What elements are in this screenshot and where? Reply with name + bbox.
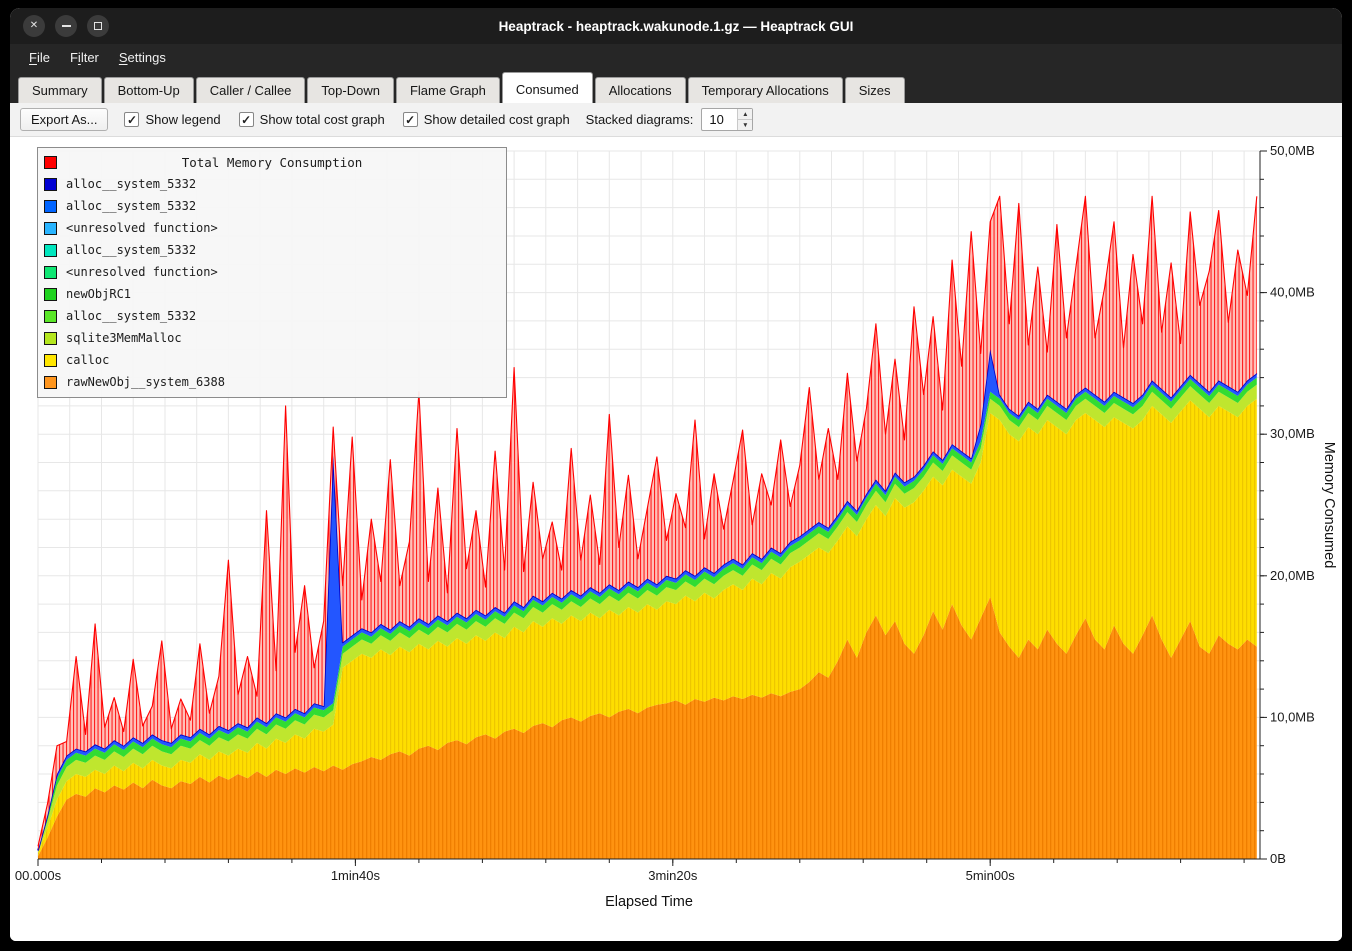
legend-title-row: Total Memory Consumption xyxy=(38,151,506,173)
checkmark-icon: ✓ xyxy=(124,112,139,127)
minimize-icon xyxy=(62,25,71,27)
close-icon: ✕ xyxy=(30,21,38,31)
chart-legend: Total Memory Consumption alloc__system_53… xyxy=(37,147,507,398)
legend-item-label: alloc__system_5332 xyxy=(66,309,196,323)
tab-consumed[interactable]: Consumed xyxy=(502,72,593,103)
svg-text:00.000s: 00.000s xyxy=(15,868,62,883)
tab-caller-callee[interactable]: Caller / Callee xyxy=(196,77,306,103)
svg-text:10,0MB: 10,0MB xyxy=(1270,709,1315,724)
menu-bar: FileFilterSettings xyxy=(10,44,1342,71)
legend-item: rawNewObj__system_6388 xyxy=(38,371,506,393)
maximize-button[interactable] xyxy=(87,15,109,37)
legend-swatch xyxy=(44,310,57,323)
menu-file[interactable]: File xyxy=(20,46,59,69)
spin-up-icon[interactable]: ▲ xyxy=(738,109,752,120)
stacked-diagrams-value: 10 xyxy=(702,109,737,130)
checkmark-icon: ✓ xyxy=(239,112,254,127)
x-axis-title: Elapsed Time xyxy=(38,894,1260,910)
legend-title: Total Memory Consumption xyxy=(38,155,506,170)
legend-swatch xyxy=(44,222,57,235)
menu-settings[interactable]: Settings xyxy=(110,46,175,69)
svg-text:30,0MB: 30,0MB xyxy=(1270,426,1315,441)
checkbox-label: Show legend xyxy=(145,112,220,127)
menu-filter[interactable]: Filter xyxy=(61,46,108,69)
checkbox-show-detailed-cost-graph[interactable]: ✓ Show detailed cost graph xyxy=(403,112,570,127)
checkbox-label: Show total cost graph xyxy=(260,112,385,127)
svg-text:3min20s: 3min20s xyxy=(648,868,698,883)
y-axis-title: Memory Consumed xyxy=(1321,442,1337,569)
svg-text:50,0MB: 50,0MB xyxy=(1270,143,1315,158)
tab-bottom-up[interactable]: Bottom-Up xyxy=(104,77,194,103)
legend-item: <unresolved function> xyxy=(38,217,506,239)
toolbar-checkboxes: ✓ Show legend ✓ Show total cost graph ✓ Show … xyxy=(124,112,569,127)
legend-swatch xyxy=(44,266,57,279)
legend-item-label: newObjRC1 xyxy=(66,287,131,301)
checkmark-icon: ✓ xyxy=(403,112,418,127)
legend-item-label: alloc__system_5332 xyxy=(66,177,196,191)
legend-item-label: alloc__system_5332 xyxy=(66,243,196,257)
svg-text:40,0MB: 40,0MB xyxy=(1270,285,1315,300)
tab-temporary-allocations[interactable]: Temporary Allocations xyxy=(688,77,843,103)
toolbar: Export As... ✓ Show legend ✓ Show total cos… xyxy=(10,103,1342,137)
legend-item: alloc__system_5332 xyxy=(38,195,506,217)
window-title: Heaptrack - heaptrack.wakunode.1.gz — He… xyxy=(10,19,1342,34)
svg-text:5min00s: 5min00s xyxy=(966,868,1016,883)
legend-swatch xyxy=(44,376,57,389)
tab-top-down[interactable]: Top-Down xyxy=(307,77,394,103)
tab-flame-graph[interactable]: Flame Graph xyxy=(396,77,500,103)
legend-item-label: <unresolved function> xyxy=(66,221,218,235)
minimize-button[interactable] xyxy=(55,15,77,37)
legend-swatch xyxy=(44,332,57,345)
close-button[interactable]: ✕ xyxy=(23,15,45,37)
legend-item: alloc__system_5332 xyxy=(38,173,506,195)
svg-text:1min40s: 1min40s xyxy=(331,868,381,883)
window-controls: ✕ xyxy=(23,8,109,44)
legend-item-label: calloc xyxy=(66,353,109,367)
checkbox-show-total-cost-graph[interactable]: ✓ Show total cost graph xyxy=(239,112,385,127)
tab-bar: SummaryBottom-UpCaller / CalleeTop-DownF… xyxy=(10,71,1342,103)
stacked-diagrams-spinner[interactable]: 10 ▲ ▼ xyxy=(701,108,753,131)
legend-item-label: sqlite3MemMalloc xyxy=(66,331,182,345)
legend-item-label: <unresolved function> xyxy=(66,265,218,279)
legend-item: <unresolved function> xyxy=(38,261,506,283)
spin-down-icon[interactable]: ▼ xyxy=(738,120,752,130)
title-bar: ✕ Heaptrack - heaptrack.wakunode.1.gz — … xyxy=(10,8,1342,44)
legend-item: newObjRC1 xyxy=(38,283,506,305)
legend-swatch xyxy=(44,244,57,257)
legend-item: alloc__system_5332 xyxy=(38,239,506,261)
legend-item: calloc xyxy=(38,349,506,371)
tab-summary[interactable]: Summary xyxy=(18,77,102,103)
stacked-diagrams-label: Stacked diagrams: xyxy=(586,112,694,127)
legend-swatch xyxy=(44,288,57,301)
checkbox-show-legend[interactable]: ✓ Show legend xyxy=(124,112,220,127)
spinner-buttons: ▲ ▼ xyxy=(737,109,752,130)
legend-swatch xyxy=(44,178,57,191)
svg-text:20,0MB: 20,0MB xyxy=(1270,568,1315,583)
checkbox-label: Show detailed cost graph xyxy=(424,112,570,127)
legend-swatch xyxy=(44,200,57,213)
app-window: ✕ Heaptrack - heaptrack.wakunode.1.gz — … xyxy=(10,8,1342,941)
legend-swatch xyxy=(44,354,57,367)
legend-item: sqlite3MemMalloc xyxy=(38,327,506,349)
export-as-button[interactable]: Export As... xyxy=(20,108,108,131)
legend-item-label: alloc__system_5332 xyxy=(66,199,196,213)
consumed-chart[interactable]: 00.000s 1min40s 3min20s 5min00s 0B 10,0MB 20,0… xyxy=(10,137,1342,941)
legend-item-label: rawNewObj__system_6388 xyxy=(66,375,225,389)
tab-sizes[interactable]: Sizes xyxy=(845,77,905,103)
maximize-icon xyxy=(94,22,102,30)
svg-text:0B: 0B xyxy=(1270,851,1286,866)
legend-item: alloc__system_5332 xyxy=(38,305,506,327)
tab-allocations[interactable]: Allocations xyxy=(595,77,686,103)
